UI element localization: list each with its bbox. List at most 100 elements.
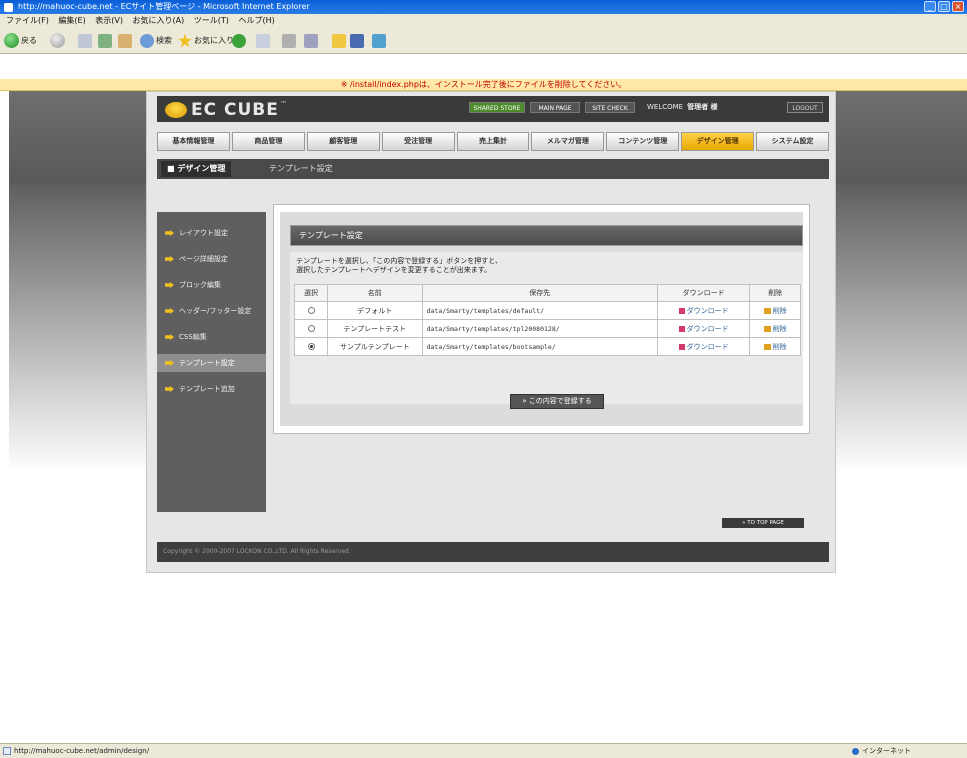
nav-basic-info[interactable]: 基本情報管理 [157,132,230,151]
arrow-icon [165,308,174,314]
current-page-title: テンプレート設定 [269,164,333,173]
menu-tools[interactable]: ツール(T) [194,16,229,25]
messenger-icon [372,33,386,48]
arrow-icon [165,334,174,340]
nav-system[interactable]: システム設定 [756,132,830,151]
main-content: テンプレート設定 テンプレートを選択し、「この内容で登録する」ボタンを押すと、 … [273,204,810,434]
logo-disc-icon [165,102,187,118]
back-button[interactable]: 戻る [4,32,37,49]
welcome-text: WELCOME 管理者 様 [647,103,718,111]
menu-file[interactable]: ファイル(F) [6,16,49,25]
home-button[interactable] [118,32,132,49]
page-viewport: EC CUBE ™ SHARED STORE MAIN PAGE SITE CH… [9,91,967,743]
menu-edit[interactable]: 編集(E) [58,16,85,25]
content-heading: テンプレート設定 [290,225,803,246]
site-check-button[interactable]: SITE CHECK [585,102,635,113]
folder-button[interactable] [332,32,346,49]
logout-button[interactable]: LOGOUT [787,102,823,113]
research-button[interactable] [350,32,364,49]
status-url: http://mahuoc-cube.net/admin/design/ [14,747,150,755]
column-header: 保存先 [421,284,658,302]
delete-icon [763,343,771,350]
search-button[interactable]: 検索 [140,32,172,49]
column-header: 削除 [749,284,801,302]
download-icon [678,343,685,350]
minimize-button[interactable]: _ [924,1,936,12]
shared-store-button[interactable]: SHARED STORE [469,102,525,113]
favorites-button[interactable]: お気に入り [178,32,234,49]
table-row: テンプレートテスト data/Smarty/templates/tpl20080… [294,319,801,338]
menu-help[interactable]: ヘルプ(H) [238,16,274,25]
sidebar: レイアウト設定 ページ詳細設定 ブロック編集 ヘッダー/フッター設定 CSS編集… [157,212,266,512]
sidebar-item-template[interactable]: テンプレート設定 [157,354,266,372]
menubar: ファイル(F) 編集(E) 表示(V) お気に入り(A) ツール(T) ヘルプ(… [0,14,967,27]
arrow-icon [165,360,174,366]
forward-button[interactable] [50,32,65,49]
arrow-icon [165,386,174,392]
breadcrumb: ■ デザイン管理 テンプレート設定 [157,159,829,179]
delete-link[interactable]: 削除 [773,325,787,333]
register-button[interactable]: » この内容で登録する [510,394,604,409]
sidebar-item-page-detail[interactable]: ページ詳細設定 [157,250,266,268]
template-path: data/Smarty/templates/default/ [421,301,658,320]
template-name: デフォルト [327,301,423,320]
arrow-icon [165,282,174,288]
template-path: data/Smarty/templates/tpl20080128/ [421,319,658,338]
nav-orders[interactable]: 受注管理 [381,132,455,151]
sidebar-item-css[interactable]: CSS編集 [157,328,266,346]
nav-mailmag[interactable]: メルマガ管理 [531,132,605,151]
download-link[interactable]: ダウンロード [687,325,729,333]
main-page-button[interactable]: MAIN PAGE [530,102,580,113]
to-top-button[interactable]: » TO TOP PAGE [722,518,804,528]
stop-icon [78,33,92,48]
history-button[interactable] [232,32,246,49]
column-header: ダウンロード [656,284,751,302]
window-title: http://mahuoc-cube.net - ECサイト管理ページ - Mi… [18,2,310,11]
mail-icon [256,33,270,48]
status-zone: インターネット [862,747,911,755]
history-icon [232,33,246,48]
download-link[interactable]: ダウンロード [687,343,729,351]
arrow-icon [165,256,174,262]
menu-favorites[interactable]: お気に入り(A) [133,16,185,25]
delete-link[interactable]: 削除 [773,343,787,351]
sidebar-item-block[interactable]: ブロック編集 [157,276,266,294]
delete-link[interactable]: 削除 [773,307,787,315]
page-icon [3,747,11,755]
edit-button[interactable] [304,32,318,49]
template-name: サンプルテンプレート [327,337,423,356]
global-nav: 基本情報管理 商品管理 顧客管理 受注管理 売上集計 メルマガ管理 コンテンツ管… [157,132,830,151]
nav-sales[interactable]: 売上集計 [456,132,530,151]
template-radio[interactable] [307,325,315,332]
sidebar-item-template-add[interactable]: テンプレート追加 [157,380,266,398]
section-title: ■ デザイン管理 [161,161,232,177]
edit-icon [304,33,318,48]
sidebar-item-layout[interactable]: レイアウト設定 [157,224,266,242]
nav-design[interactable]: デザイン管理 [681,132,755,151]
ie-icon [4,3,13,12]
description: テンプレートを選択し、「この内容で登録する」ボタンを押すと、 選択したテンプレー… [296,257,503,274]
close-button[interactable]: × [952,1,964,12]
user-name: 管理者 様 [687,103,718,111]
mail-button[interactable] [256,32,270,49]
nav-customers[interactable]: 顧客管理 [306,132,380,151]
delete-icon [763,307,771,314]
maximize-button[interactable]: □ [938,1,950,12]
download-link[interactable]: ダウンロード [687,307,729,315]
sidebar-item-header-footer[interactable]: ヘッダー/フッター設定 [157,302,266,320]
template-radio[interactable] [307,307,315,314]
print-button[interactable] [282,32,296,49]
template-table: 選択 名前 保存先 ダウンロード 削除 デフォルト data/Smarty/te… [294,284,801,356]
nav-contents[interactable]: コンテンツ管理 [606,132,680,151]
footer-copyright: Copyright © 2000-2007 LOCKON CO.,LTD. Al… [157,542,829,562]
messenger-button[interactable] [372,32,386,49]
stop-button[interactable] [78,32,92,49]
template-radio-selected[interactable] [307,343,315,350]
menu-view[interactable]: 表示(V) [95,16,123,25]
table-header-row: 選択 名前 保存先 ダウンロード 削除 [294,284,801,302]
refresh-button[interactable] [98,32,112,49]
forward-arrow-icon [50,33,65,48]
nav-products[interactable]: 商品管理 [231,132,305,151]
ec-cube-logo[interactable]: EC CUBE ™ [165,100,287,120]
window-titlebar: http://mahuoc-cube.net - ECサイト管理ページ - Mi… [0,0,967,14]
